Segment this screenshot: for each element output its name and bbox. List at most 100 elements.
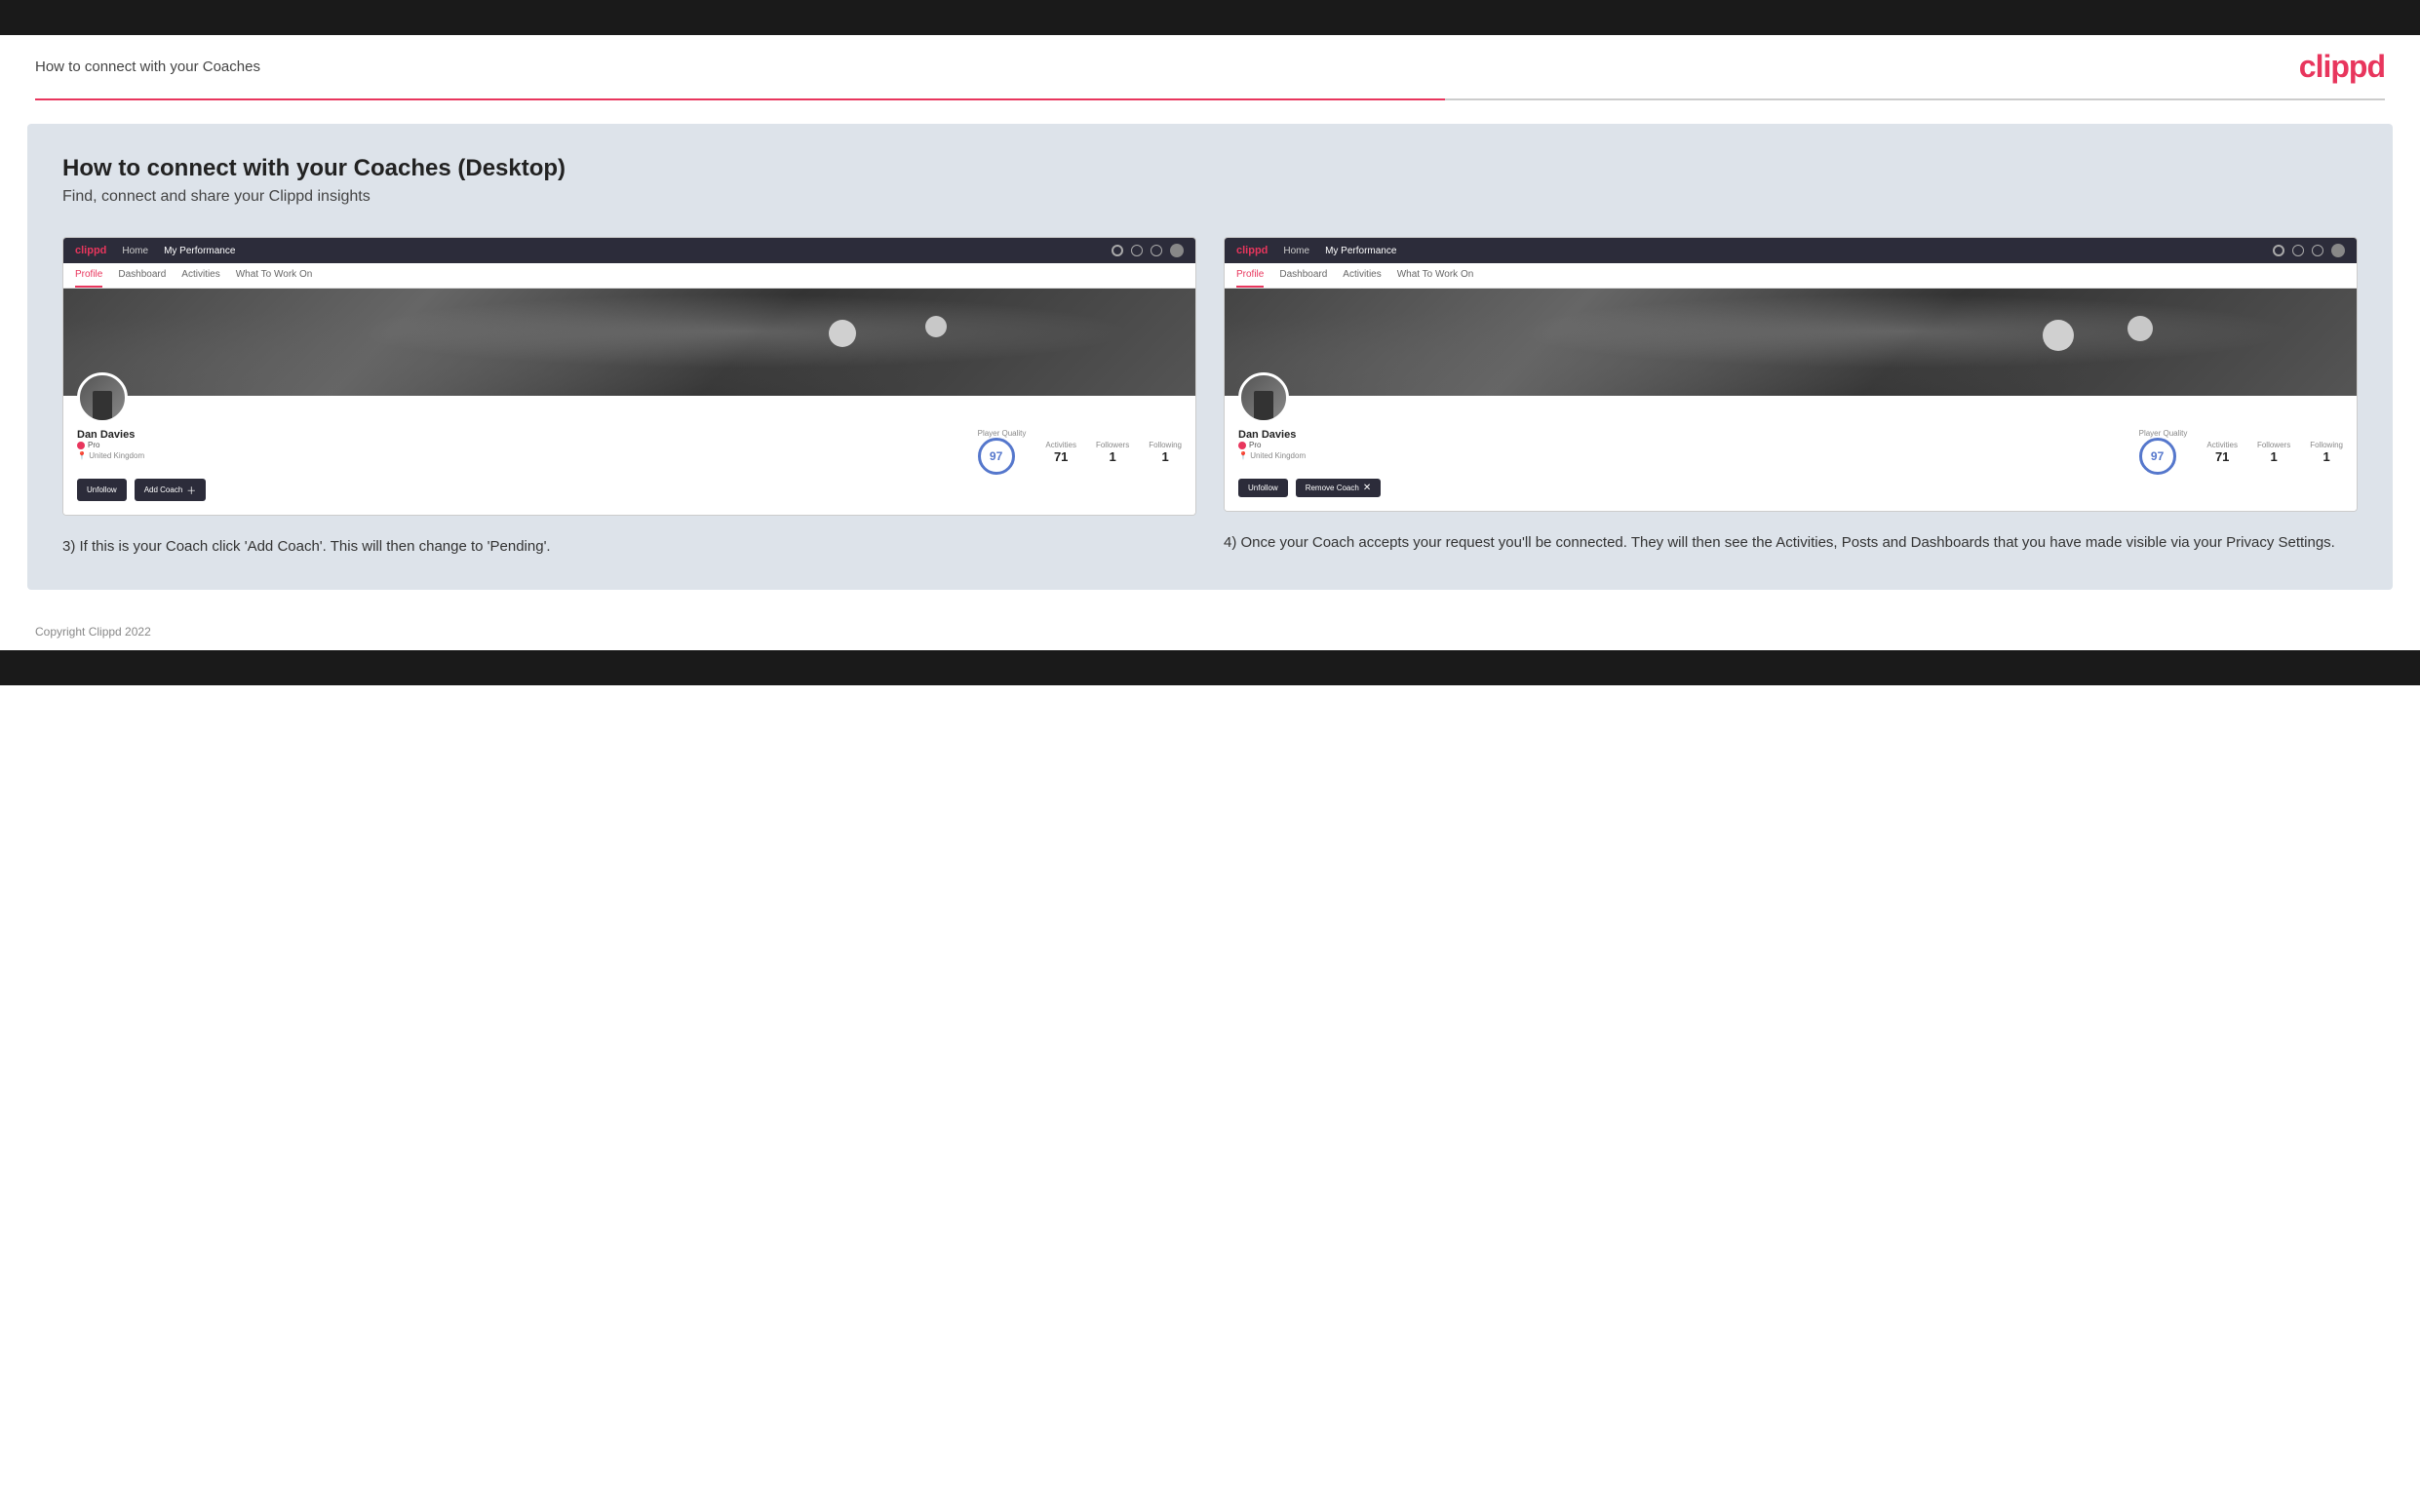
left-description: 3) If this is your Coach click 'Add Coac… <box>62 535 1196 559</box>
left-player-badge: Pro <box>77 441 175 449</box>
right-player-location: 📍 United Kingdom <box>1238 451 1336 460</box>
right-tab-what-to-work-on[interactable]: What To Work On <box>1397 263 1474 288</box>
left-tab-activities[interactable]: Activities <box>181 263 219 288</box>
right-golf-ball <box>2043 320 2074 351</box>
right-followers-label: Followers <box>2257 441 2290 449</box>
left-player-quality-block: Player Quality 97 <box>978 429 1027 475</box>
left-activities-value: 71 <box>1045 449 1076 464</box>
left-badge-label: Pro <box>88 441 99 449</box>
right-hero-image <box>1225 289 2357 396</box>
left-add-coach-button[interactable]: Add Coach ＋ <box>135 479 207 501</box>
right-nav-home: Home <box>1283 246 1309 256</box>
page-header: How to connect with your Coaches clippd <box>0 35 2420 98</box>
right-player-quality-label: Player Quality <box>2139 429 2188 438</box>
left-followers-value: 1 <box>1096 449 1129 464</box>
left-badge-dot <box>77 442 85 449</box>
right-user-icon <box>2292 245 2304 256</box>
right-tab-activities[interactable]: Activities <box>1343 263 1381 288</box>
left-unfollow-button[interactable]: Unfollow <box>77 479 127 501</box>
left-settings-icon <box>1151 245 1162 256</box>
left-golf-ball-right <box>925 316 947 337</box>
page-title: How to connect with your Coaches <box>35 58 260 75</box>
left-mock-browser: clippd Home My Performance Profile Dashb… <box>62 237 1196 516</box>
right-avatar-figure <box>1254 391 1273 420</box>
right-tab-dashboard[interactable]: Dashboard <box>1279 263 1327 288</box>
right-activities-block: Activities 71 <box>2206 441 2238 464</box>
left-player-quality-value: 97 <box>990 449 1002 463</box>
right-activities-label: Activities <box>2206 441 2238 449</box>
left-hero-image <box>63 289 1195 396</box>
section-subtitle: Find, connect and share your Clippd insi… <box>62 188 2358 206</box>
header-divider <box>35 98 2385 100</box>
left-profile-name-block: Dan Davies Pro 📍 United Kingdom <box>77 429 175 460</box>
right-unfollow-button[interactable]: Unfollow <box>1238 479 1288 497</box>
left-tab-what-to-work-on[interactable]: What To Work On <box>236 263 313 288</box>
left-nav-home: Home <box>122 246 148 256</box>
right-tab-profile[interactable]: Profile <box>1236 263 1264 288</box>
right-badge-label: Pro <box>1249 441 1261 449</box>
left-search-icon <box>1112 245 1123 256</box>
right-following-label: Following <box>2310 441 2343 449</box>
left-player-name: Dan Davies <box>77 429 175 441</box>
section-title: How to connect with your Coaches (Deskto… <box>62 155 2358 182</box>
right-stats-row: Player Quality 97 Activities 71 Follower <box>2139 429 2343 475</box>
right-mock-browser: clippd Home My Performance Profile Dashb… <box>1224 237 2358 512</box>
left-mock-logo: clippd <box>75 245 106 256</box>
right-description: 4) Once your Coach accepts your request … <box>1224 531 2358 555</box>
left-golf-ball <box>829 320 856 347</box>
left-mock-buttons: Unfollow Add Coach ＋ <box>77 479 1182 501</box>
left-user-icon <box>1131 245 1143 256</box>
left-mock-nav: clippd Home My Performance <box>63 238 1195 263</box>
right-mock-nav: clippd Home My Performance <box>1225 238 2357 263</box>
main-content: How to connect with your Coaches (Deskto… <box>27 124 2393 590</box>
right-player-quality-circle: 97 <box>2139 438 2176 475</box>
right-badge-dot <box>1238 442 1246 449</box>
right-search-icon <box>2273 245 2284 256</box>
left-player-quality-label: Player Quality <box>978 429 1027 438</box>
left-profile-info-row: Dan Davies Pro 📍 United Kingdom P <box>77 429 1182 475</box>
right-following-block: Following 1 <box>2310 441 2343 464</box>
right-golf-ball-right <box>2127 316 2153 341</box>
right-mock-buttons: Unfollow Remove Coach ✕ <box>1238 479 2343 497</box>
left-tab-dashboard[interactable]: Dashboard <box>118 263 166 288</box>
left-avatar-icon <box>1170 244 1184 257</box>
left-nav-icons <box>1112 244 1184 257</box>
left-mock-tabs: Profile Dashboard Activities What To Wor… <box>63 263 1195 289</box>
right-profile-section: Dan Davies Pro 📍 United Kingdom P <box>1225 396 2357 511</box>
left-column: clippd Home My Performance Profile Dashb… <box>62 237 1196 559</box>
right-settings-icon <box>2312 245 2323 256</box>
right-nav-icons <box>2273 244 2345 257</box>
right-nav-performance: My Performance <box>1325 246 1396 256</box>
left-activities-label: Activities <box>1045 441 1076 449</box>
left-player-location: 📍 United Kingdom <box>77 451 175 460</box>
left-following-block: Following 1 <box>1149 441 1182 464</box>
right-mock-logo: clippd <box>1236 245 1268 256</box>
left-profile-section: Dan Davies Pro 📍 United Kingdom P <box>63 396 1195 515</box>
right-followers-block: Followers 1 <box>2257 441 2290 464</box>
right-activities-value: 71 <box>2206 449 2238 464</box>
top-bar <box>0 0 2420 35</box>
page-footer: Copyright Clippd 2022 <box>0 613 2420 650</box>
left-activities-block: Activities 71 <box>1045 441 1076 464</box>
left-tab-profile[interactable]: Profile <box>75 263 102 288</box>
right-profile-info-row: Dan Davies Pro 📍 United Kingdom P <box>1238 429 2343 475</box>
right-avatar-icon <box>2331 244 2345 257</box>
bottom-bar <box>0 650 2420 685</box>
right-player-quality-value: 97 <box>2151 449 2164 463</box>
right-mock-tabs: Profile Dashboard Activities What To Wor… <box>1225 263 2357 289</box>
left-nav-performance: My Performance <box>164 246 235 256</box>
left-following-value: 1 <box>1149 449 1182 464</box>
right-player-badge: Pro <box>1238 441 1336 449</box>
columns: clippd Home My Performance Profile Dashb… <box>62 237 2358 559</box>
left-avatar <box>77 372 128 423</box>
right-profile-name-block: Dan Davies Pro 📍 United Kingdom <box>1238 429 1336 460</box>
right-player-name: Dan Davies <box>1238 429 1336 441</box>
right-followers-value: 1 <box>2257 449 2290 464</box>
right-column: clippd Home My Performance Profile Dashb… <box>1224 237 2358 559</box>
right-avatar <box>1238 372 1289 423</box>
left-stats-row: Player Quality 97 Activities 71 Follower <box>978 429 1182 475</box>
left-player-quality-circle: 97 <box>978 438 1015 475</box>
clippd-logo: clippd <box>2299 49 2385 85</box>
right-remove-coach-button[interactable]: Remove Coach ✕ <box>1296 479 1382 497</box>
left-following-label: Following <box>1149 441 1182 449</box>
